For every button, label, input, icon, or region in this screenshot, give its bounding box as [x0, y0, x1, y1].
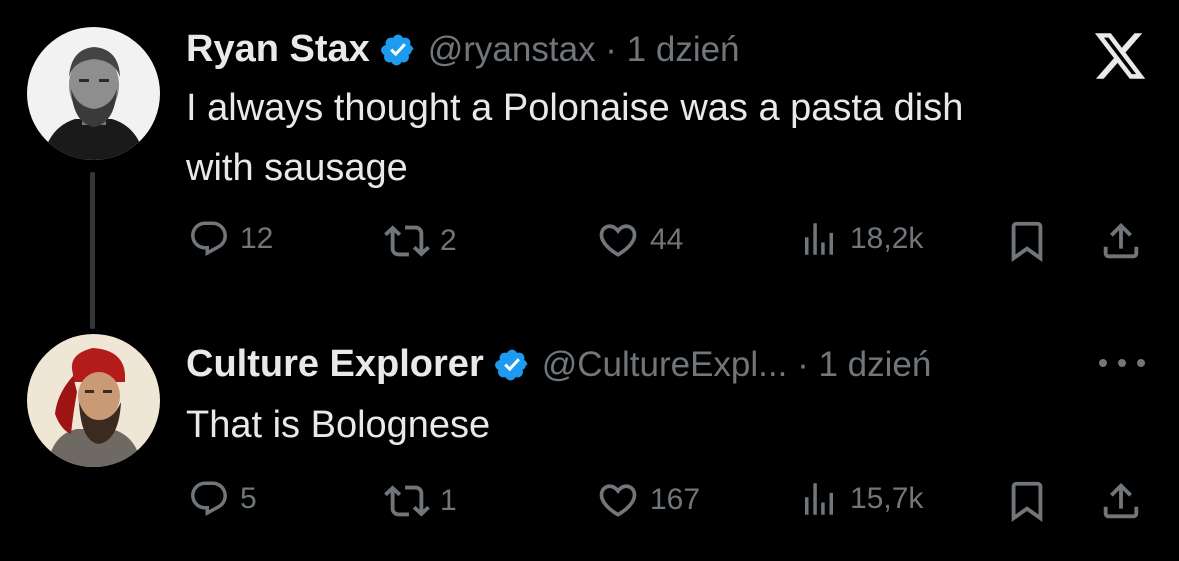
bookmark-icon	[1011, 481, 1043, 522]
retweet-icon	[384, 485, 430, 517]
verified-badge-icon	[494, 347, 530, 383]
handle-and-time[interactable]: @CultureExpl... · 1 dzień	[542, 345, 932, 385]
more-dot	[1118, 359, 1126, 367]
retweet-count: 2	[440, 224, 457, 257]
reply-button[interactable]: 12	[188, 218, 273, 260]
retweet-button[interactable]: 2	[384, 218, 457, 264]
tweet-text: That is Bolognese	[186, 395, 490, 455]
retweet-count: 1	[440, 484, 457, 517]
share-icon	[1103, 222, 1139, 259]
more-dot	[1099, 359, 1107, 367]
bookmark-button[interactable]	[1004, 218, 1050, 264]
views-count: 18,2k	[850, 222, 924, 255]
author-name[interactable]: Culture Explorer	[186, 343, 484, 386]
reply-count: 5	[240, 482, 257, 515]
share-icon	[1103, 482, 1139, 519]
more-icon[interactable]	[1099, 348, 1145, 378]
tweet-text: I always thought a Polonaise was a pasta…	[186, 78, 963, 198]
share-button[interactable]	[1098, 478, 1144, 524]
reply-count: 12	[240, 222, 274, 255]
bookmark-icon	[1011, 221, 1043, 262]
bookmark-button[interactable]	[1004, 478, 1050, 524]
share-button[interactable]	[1098, 218, 1144, 264]
tweet-text-line: That is Bolognese	[186, 404, 491, 446]
heart-icon	[599, 484, 637, 517]
views-count: 15,7k	[850, 482, 924, 515]
reply-icon	[191, 221, 227, 256]
x-logo-icon[interactable]	[1092, 28, 1148, 84]
verified-badge-icon	[380, 32, 416, 68]
avatar[interactable]	[27, 27, 160, 160]
like-button[interactable]: 167	[596, 478, 700, 522]
reply-icon	[191, 481, 227, 516]
views-icon	[805, 483, 833, 515]
retweet-button[interactable]: 1	[384, 478, 457, 524]
avatar[interactable]	[27, 334, 160, 467]
tweet-text-line: I always thought a Polonaise was a pasta…	[186, 87, 964, 129]
views-icon	[805, 223, 833, 255]
handle-and-time[interactable]: @ryanstax · 1 dzień	[428, 30, 740, 70]
views-button[interactable]: 18,2k	[798, 218, 923, 260]
tweet-actions: 12 2 44 18,2k	[186, 218, 1146, 268]
tweet-header: Culture Explorer @CultureExpl... · 1 dzi…	[186, 343, 931, 386]
more-dot	[1137, 359, 1145, 367]
like-count: 44	[650, 223, 684, 256]
like-count: 167	[650, 483, 701, 516]
author-name[interactable]: Ryan Stax	[186, 28, 370, 71]
heart-icon	[599, 224, 637, 257]
reply-button[interactable]: 5	[188, 478, 257, 520]
thread-connector-line	[90, 172, 95, 329]
tweet-actions: 5 1 167 15,7k	[186, 478, 1146, 528]
retweet-icon	[384, 225, 430, 257]
like-button[interactable]: 44	[596, 218, 683, 262]
tweet-text-line: with sausage	[186, 147, 408, 189]
tweet-header: Ryan Stax @ryanstax · 1 dzień	[186, 28, 740, 71]
views-button[interactable]: 15,7k	[798, 478, 923, 520]
